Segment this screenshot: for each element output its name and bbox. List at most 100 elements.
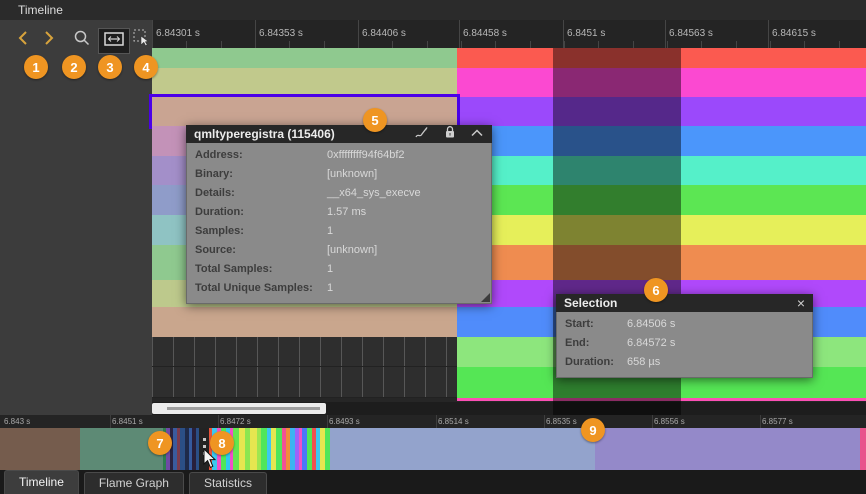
ruler-tick — [255, 20, 256, 48]
scrollbar-grip — [167, 407, 320, 410]
mouse-cursor — [203, 448, 217, 474]
ruler-tick-label: 6.84301 s — [156, 28, 200, 39]
ruler-minor-tick — [324, 41, 325, 48]
field-label: Total Samples: — [195, 260, 327, 279]
ruler-tick-label: 6.8451 s — [567, 28, 605, 39]
close-icon: × — [797, 294, 805, 312]
field-row: Total Samples:1 — [187, 260, 491, 279]
ruler-minor-tick — [701, 41, 702, 48]
field-label: Total Unique Samples: — [195, 279, 327, 298]
event-tooltip-header[interactable]: qmltyperegistra (115406) — [186, 125, 492, 143]
ruler-minor-tick — [495, 41, 496, 48]
field-label: End: — [565, 334, 627, 353]
field-row: Details:__x64_sys_execve — [187, 184, 491, 203]
field-row: End:6.84572 s — [557, 334, 812, 353]
selection-popup-body: Start:6.84506 sEnd:6.84572 sDuration:658… — [556, 312, 813, 378]
timeline-scrollbar[interactable] — [152, 402, 866, 415]
time-ruler[interactable]: 6.84301 s 6.84353 s 6.84406 s 6.84458 s 6.84… — [152, 20, 866, 48]
overview-segment — [860, 428, 866, 470]
field-value: 0xffffffff94f64bf2 — [327, 149, 405, 161]
profiler-window: Timeline 6.84301 s6.84353 s6.84406 s6.84… — [0, 0, 866, 494]
field-value: 1.57 ms — [327, 206, 366, 218]
field-value: [unknown] — [327, 168, 377, 180]
selection-popup-header[interactable]: Selection × — [556, 294, 813, 312]
handle-dot — [203, 438, 206, 441]
ruler-minor-tick — [427, 41, 428, 48]
category-panel — [0, 20, 152, 415]
pin-button[interactable] — [444, 125, 456, 144]
tab-flame-graph[interactable]: Flame Graph — [84, 472, 184, 494]
timeline-row-dense-events[interactable] — [152, 367, 457, 398]
ruler-tick — [459, 20, 460, 48]
range-select-button[interactable] — [132, 30, 152, 50]
ruler-minor-tick — [186, 41, 187, 48]
timeline-row-dense-events[interactable] — [152, 337, 457, 367]
overview-ruler-label: 6.8556 s — [654, 417, 685, 426]
ruler-tick-label: 6.84458 s — [463, 28, 507, 39]
collapse-button[interactable] — [470, 125, 484, 143]
event-tooltip[interactable]: qmltyperegistra (115406) Address:0xfffff… — [186, 125, 492, 304]
fit-width-icon — [104, 32, 124, 51]
field-row: Binary:[unknown] — [187, 165, 491, 184]
overview-ruler-label: 6.8535 s — [546, 417, 577, 426]
annotation-badge-4: 4 — [134, 55, 158, 79]
prev-event-button[interactable] — [14, 31, 32, 49]
timeline-event-segment[interactable] — [152, 68, 457, 97]
field-label: Binary: — [195, 165, 327, 184]
view-title: Timeline — [0, 0, 866, 20]
next-event-button[interactable] — [40, 31, 58, 49]
ruler-minor-tick — [564, 41, 565, 48]
fit-window-button[interactable] — [98, 28, 130, 54]
annotation-badge-6: 6 — [644, 278, 668, 302]
lock-icon — [444, 125, 456, 144]
overview-ruler-tick — [218, 415, 219, 428]
overview-ruler: 6.843 s6.8451 s6.8472 s6.8493 s6.8514 s6… — [0, 415, 866, 428]
overview-ruler-label: 6.8493 s — [329, 417, 360, 426]
field-label: Details: — [195, 184, 327, 203]
ruler-minor-tick — [289, 41, 290, 48]
ruler-tick — [563, 20, 564, 48]
close-button[interactable]: × — [797, 294, 805, 312]
ruler-tick-label: 6.84353 s — [259, 28, 303, 39]
overview-ruler-tick — [652, 415, 653, 428]
ruler-minor-tick — [392, 41, 393, 48]
chevron-left-icon — [16, 30, 30, 51]
overview-stripe — [250, 428, 257, 470]
ruler-minor-tick — [667, 41, 668, 48]
overview-ruler-tick — [327, 415, 328, 428]
overview-segment — [0, 428, 80, 470]
pen-icon — [414, 125, 430, 144]
field-row: Address:0xffffffff94f64bf2 — [187, 146, 491, 165]
field-label: Source: — [195, 241, 327, 260]
ruler-minor-tick — [633, 41, 634, 48]
tab-timeline[interactable]: Timeline — [4, 470, 79, 494]
overview-ruler-tick — [436, 415, 437, 428]
overview-ruler-tick — [110, 415, 111, 428]
ruler-minor-tick — [736, 41, 737, 48]
field-row: Start:6.84506 s — [557, 315, 812, 334]
overview-stripe — [325, 428, 330, 470]
tab-statistics[interactable]: Statistics — [189, 472, 267, 494]
ruler-minor-tick — [839, 41, 840, 48]
ruler-tick-label: 6.84406 s — [362, 28, 406, 39]
zoom-button[interactable] — [72, 30, 92, 50]
timeline-event-segment[interactable] — [152, 48, 457, 68]
field-value: 6.84572 s — [627, 337, 675, 349]
ruler-minor-tick — [221, 41, 222, 48]
search-icon — [73, 29, 91, 52]
field-row: Total Unique Samples:1 — [187, 279, 491, 298]
selection-popup-title: Selection — [564, 294, 783, 312]
chevron-up-icon — [470, 125, 484, 143]
annotate-button[interactable] — [414, 125, 430, 144]
field-label: Duration: — [565, 353, 627, 372]
scrollbar-thumb[interactable] — [152, 403, 326, 414]
field-value: 658 µs — [627, 356, 660, 368]
selection-popup[interactable]: Selection × Start:6.84506 sEnd:6.84572 s… — [556, 294, 813, 378]
resize-grip[interactable] — [481, 293, 490, 302]
timeline-event-segment[interactable] — [152, 307, 457, 337]
overview-ruler-tick — [544, 415, 545, 428]
ruler-tick-label: 6.84615 s — [772, 28, 816, 39]
view-title-text: Timeline — [18, 3, 63, 17]
overview-strip[interactable] — [0, 428, 866, 470]
ruler-tick — [152, 20, 153, 48]
